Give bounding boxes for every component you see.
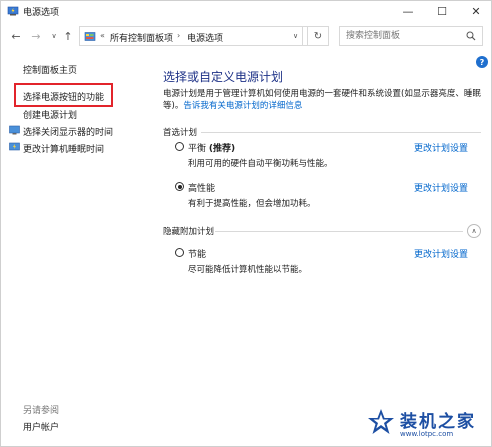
minimize-button[interactable]: — xyxy=(391,1,425,21)
plan-balanced-radio[interactable] xyxy=(175,142,184,151)
window-title: 电源选项 xyxy=(23,8,60,18)
close-icon: ✕ xyxy=(471,4,481,18)
chevron-up-icon: ∧ xyxy=(471,227,477,235)
sidebar-item-change-sleep-time[interactable]: 更改计算机睡眠时间 xyxy=(23,142,104,155)
refresh-icon: ↻ xyxy=(313,30,323,42)
watermark-url: www.lotpc.com xyxy=(400,430,454,438)
plan-balanced-name: 平衡 xyxy=(188,144,207,154)
recent-locations-button[interactable]: ∨ xyxy=(47,29,61,43)
title-bar: 电源选项 — ☐ ✕ xyxy=(1,1,491,21)
forward-button[interactable]: → xyxy=(29,29,43,43)
up-arrow-icon: ↑ xyxy=(63,29,73,43)
chevron-down-icon: ∨ xyxy=(51,32,57,40)
power-sleep-icon xyxy=(9,142,20,151)
shield-monitor-icon xyxy=(9,125,20,135)
plan-high-performance-label[interactable]: 高性能 xyxy=(188,181,215,194)
navigation-bar: ← → ∨ ↑ « 所有控制面板项 › 电源选项 ∨ ↻ xyxy=(1,23,491,49)
plan-high-performance-change-settings-link[interactable]: 更改计划设置 xyxy=(414,181,468,194)
hidden-plans-divider xyxy=(215,231,463,232)
watermark-text: 装机之家 xyxy=(400,412,476,432)
help-button[interactable]: ? xyxy=(476,56,488,68)
star-logo-icon xyxy=(368,409,394,434)
highlight-annotation-box xyxy=(14,83,113,107)
back-button[interactable]: ← xyxy=(9,29,23,43)
search-input[interactable] xyxy=(340,27,460,45)
minimize-icon: — xyxy=(402,4,414,18)
forward-arrow-icon: → xyxy=(31,29,41,43)
close-button[interactable]: ✕ xyxy=(459,1,492,21)
plan-power-saver-radio[interactable] xyxy=(175,248,184,257)
page-title: 选择或自定义电源计划 xyxy=(163,70,284,84)
search-box[interactable] xyxy=(339,26,483,46)
plan-balanced-label[interactable]: 平衡 (推荐) xyxy=(188,141,235,154)
power-options-window: 电源选项 — ☐ ✕ ← → ∨ ↑ « 所有控制面板项 › 电源选项 ∨ ↻ xyxy=(0,0,492,447)
address-dropdown-button[interactable]: ∨ xyxy=(289,26,303,46)
power-options-icon xyxy=(7,6,19,16)
plan-high-performance-radio[interactable] xyxy=(175,182,184,191)
maximize-icon: ☐ xyxy=(437,4,447,18)
site-watermark: 装机之家 www.lotpc.com xyxy=(366,401,488,443)
sidebar-item-choose-display-off-time[interactable]: 选择关闭显示器的时间 xyxy=(23,125,113,138)
user-accounts-link[interactable]: 用户帐户 xyxy=(23,420,59,433)
refresh-button[interactable]: ↻ xyxy=(307,26,329,46)
plan-high-performance-description: 有利于提高性能，但会增加功耗。 xyxy=(188,199,316,209)
breadcrumb-all-control-panel-items[interactable]: 所有控制面板项 xyxy=(110,31,173,44)
preferred-plans-divider xyxy=(201,132,481,133)
hidden-plans-title: 隐藏附加计划 xyxy=(163,227,215,237)
control-panel-icon xyxy=(84,32,96,41)
plan-power-saver-description: 尽可能降低计算机性能以节能。 xyxy=(188,265,308,275)
collapse-hidden-plans-button[interactable]: ∧ xyxy=(467,224,481,238)
back-arrow-icon: ← xyxy=(11,29,21,43)
up-button[interactable]: ↑ xyxy=(61,29,75,43)
see-also-label: 另请参阅 xyxy=(23,406,60,416)
breadcrumb-overflow-icon[interactable]: « xyxy=(100,31,105,40)
plan-power-saver-label[interactable]: 节能 xyxy=(188,247,206,260)
sidebar-item-create-power-plan[interactable]: 创建电源计划 xyxy=(23,108,77,121)
plan-balanced-change-settings-link[interactable]: 更改计划设置 xyxy=(414,141,468,154)
plan-power-saver-change-settings-link[interactable]: 更改计划设置 xyxy=(414,247,468,260)
breadcrumb-power-options[interactable]: 电源选项 xyxy=(187,31,223,44)
breadcrumb-separator-icon[interactable]: › xyxy=(177,31,180,40)
preferred-plans-title: 首选计划 xyxy=(163,128,198,138)
sidebar-item-control-panel-home[interactable]: 控制面板主页 xyxy=(23,63,77,76)
chevron-down-icon: ∨ xyxy=(292,32,299,40)
search-icon[interactable] xyxy=(466,31,476,41)
power-plan-details-link[interactable]: 告诉我有关电源计划的详细信息 xyxy=(183,101,302,111)
plan-balanced-description: 利用可用的硬件自动平衡功耗与性能。 xyxy=(188,159,333,169)
sidebar: 控制面板主页 选择电源按钮的功能 创建电源计划 选择关闭显示器的时间 更改计算机… xyxy=(1,53,151,447)
maximize-button[interactable]: ☐ xyxy=(425,1,459,21)
page-description: 电源计划是用于管理计算机如何使用电源的一套硬件和系统设置(如显示器亮度、睡眠等)… xyxy=(163,88,483,112)
plan-balanced-tag: (推荐) xyxy=(208,144,236,154)
help-icon: ? xyxy=(479,57,485,67)
